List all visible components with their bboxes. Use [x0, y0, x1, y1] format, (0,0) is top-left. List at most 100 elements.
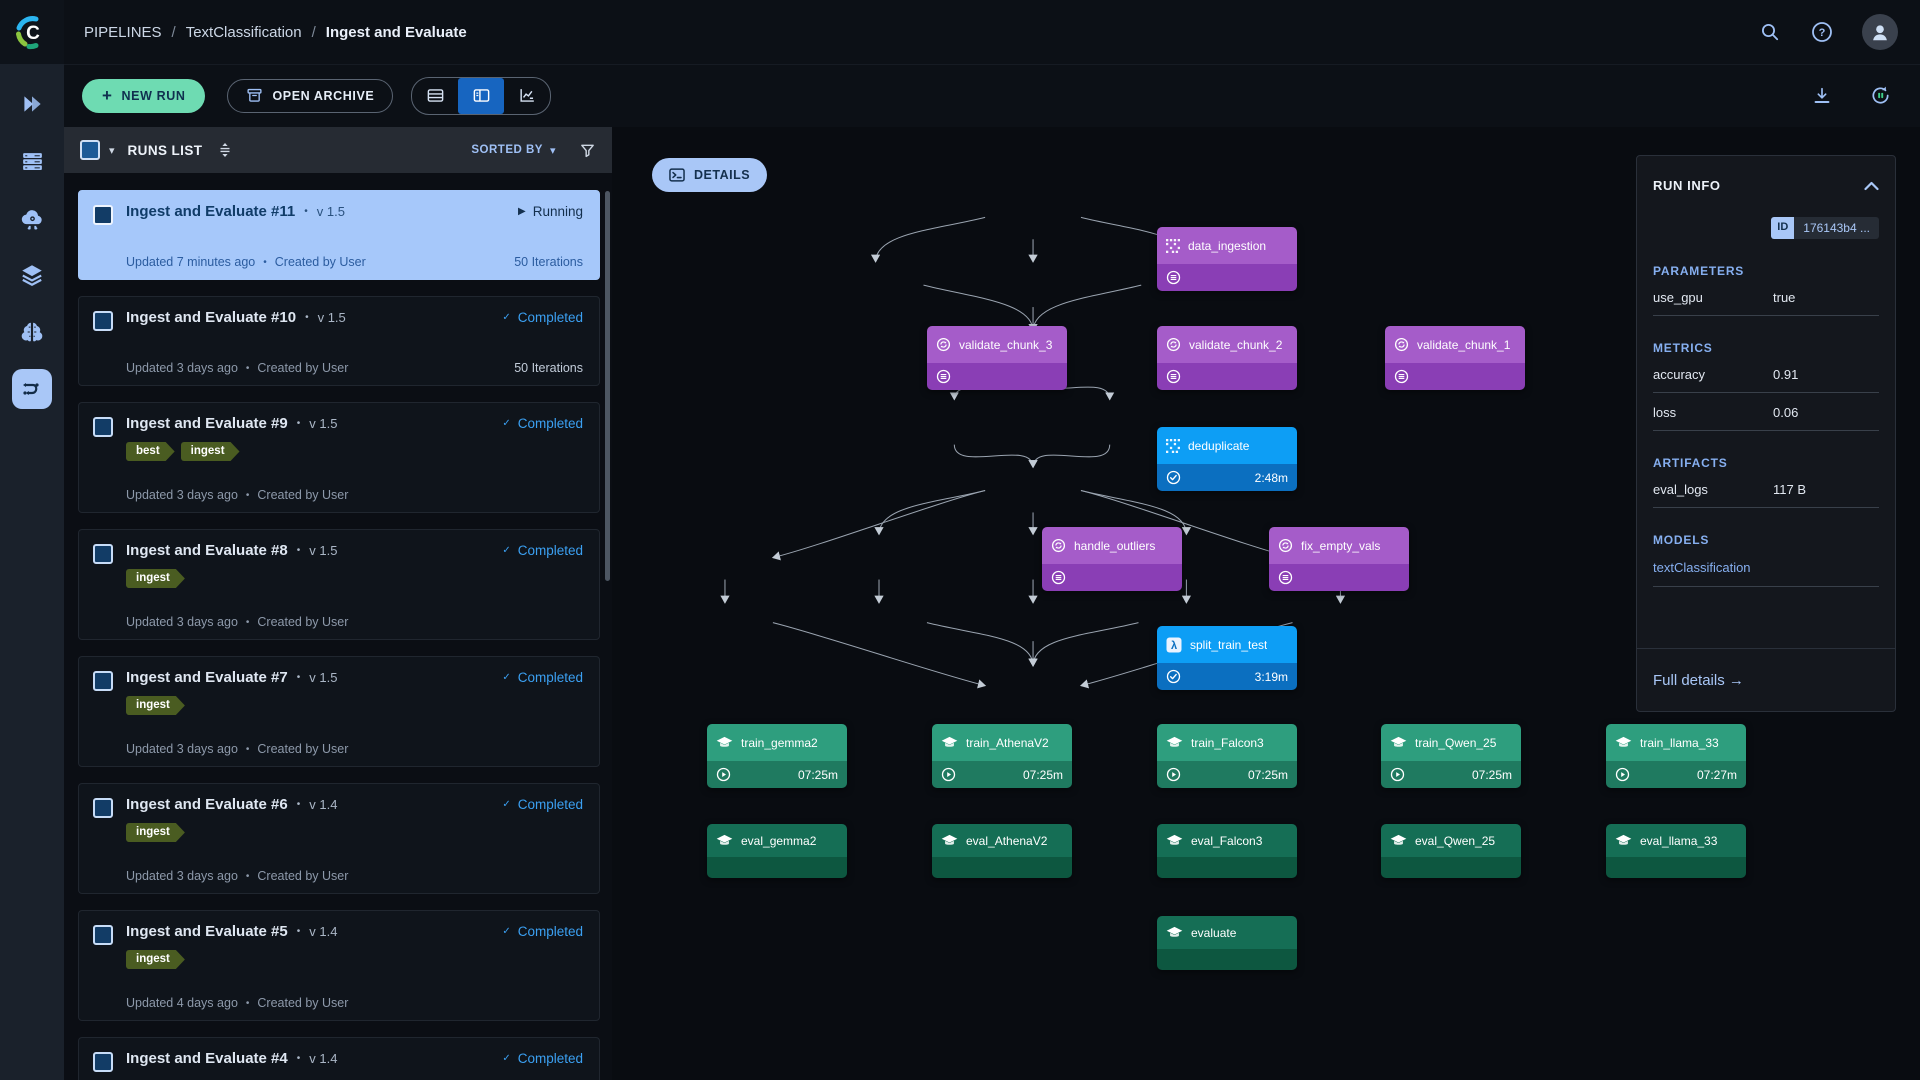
- sidebar-item-pipelines[interactable]: [12, 369, 52, 409]
- run-updated: Updated 3 days ago: [126, 869, 238, 883]
- pipeline-step-data_ingestion[interactable]: data_ingestion: [1157, 227, 1297, 291]
- pipeline-step-train_AthenaV2[interactable]: train_AthenaV2 07:25m: [932, 724, 1072, 788]
- run-title[interactable]: Ingest and Evaluate #5: [126, 923, 288, 940]
- step-label: eval_gemma2: [741, 833, 817, 848]
- help-icon[interactable]: ?: [1810, 20, 1834, 44]
- run-row[interactable]: Ingest and Evaluate #5 • v 1.4 ✓ Completed…: [78, 910, 600, 1021]
- pipeline-step-fix_empty_vals[interactable]: fix_empty_vals: [1269, 527, 1409, 591]
- tag-chip[interactable]: ingest: [126, 696, 185, 715]
- breadcrumb-pipelines[interactable]: PIPELINES: [84, 24, 162, 41]
- run-meta: Updated 7 minutes ago • Created by User …: [126, 255, 583, 269]
- search-icon[interactable]: [1758, 20, 1782, 44]
- auto-refresh-icon[interactable]: [1869, 84, 1892, 107]
- run-id-chip[interactable]: ID 176143b4 ...: [1771, 217, 1879, 239]
- sidebar-item-projects[interactable]: [12, 84, 52, 124]
- pipeline-step-eval_gemma2[interactable]: eval_gemma2: [707, 824, 847, 878]
- run-row[interactable]: Ingest and Evaluate #4 • v 1.4 ✓ Completed: [78, 1037, 600, 1080]
- tag-chip[interactable]: ingest: [126, 950, 185, 969]
- pipeline-step-eval_Falcon3[interactable]: eval_Falcon3: [1157, 824, 1297, 878]
- play-status-icon: [716, 767, 731, 782]
- info-value: 117 B: [1773, 482, 1807, 497]
- tag-chip[interactable]: ingest: [126, 569, 185, 588]
- run-title[interactable]: Ingest and Evaluate #9: [126, 415, 288, 432]
- terminal-icon: [669, 168, 685, 182]
- run-row[interactable]: Ingest and Evaluate #6 • v 1.4 ✓ Completed…: [78, 783, 600, 894]
- breadcrumb-project[interactable]: TextClassification: [186, 24, 302, 41]
- step-label: evaluate: [1191, 925, 1237, 940]
- chart-view-button[interactable]: [504, 78, 550, 114]
- pipeline-step-eval_AthenaV2[interactable]: eval_AthenaV2: [932, 824, 1072, 878]
- pipeline-step-validate_chunk_3[interactable]: validate_chunk_3: [927, 326, 1067, 390]
- pipeline-step-train_llama_33[interactable]: train_llama_33 07:27m: [1606, 724, 1746, 788]
- pipeline-step-eval_Qwen_25[interactable]: eval_Qwen_25: [1381, 824, 1521, 878]
- details-button[interactable]: DETAILS: [652, 158, 768, 192]
- run-title[interactable]: Ingest and Evaluate #8: [126, 542, 288, 559]
- step-duration: 07:25m: [1471, 767, 1512, 782]
- sidebar-item-models[interactable]: [12, 312, 52, 352]
- run-row[interactable]: Ingest and Evaluate #7 • v 1.5 ✓ Completed…: [78, 656, 600, 767]
- sidebar-item-hyper-datasets[interactable]: [12, 255, 52, 295]
- pipeline-step-eval_llama_33[interactable]: eval_llama_33: [1606, 824, 1746, 878]
- app-logo[interactable]: C: [0, 0, 64, 64]
- pipeline-step-evaluate[interactable]: evaluate: [1157, 916, 1297, 970]
- sidebar-item-data-processing[interactable]: [12, 198, 52, 238]
- pipeline-step-deduplicate[interactable]: deduplicate 2:48m: [1157, 427, 1297, 491]
- run-title[interactable]: Ingest and Evaluate #7: [126, 669, 288, 686]
- tag-chip[interactable]: ingest: [181, 442, 240, 461]
- runs-scrollbar[interactable]: [605, 191, 610, 581]
- run-checkbox[interactable]: [93, 311, 113, 331]
- table-view-button[interactable]: [412, 78, 458, 114]
- run-checkbox[interactable]: [93, 544, 113, 564]
- run-checkbox[interactable]: [93, 205, 113, 225]
- step-label: train_Qwen_25: [1415, 735, 1497, 750]
- full-details-link[interactable]: Full details →: [1653, 672, 1744, 689]
- model-link[interactable]: textClassification: [1653, 547, 1879, 587]
- view-toggle-group: [411, 76, 552, 115]
- pipeline-step-train_gemma2[interactable]: train_gemma2 07:25m: [707, 724, 847, 788]
- run-title[interactable]: Ingest and Evaluate #10: [126, 309, 296, 326]
- user-avatar[interactable]: [1862, 14, 1898, 50]
- run-row[interactable]: Ingest and Evaluate #8 • v 1.5 ✓ Completed…: [78, 529, 600, 640]
- run-checkbox[interactable]: [93, 671, 113, 691]
- pipeline-step-validate_chunk_1[interactable]: validate_chunk_1: [1385, 326, 1525, 390]
- runs-list: Ingest and Evaluate #11 • v 1.5 ▶ Running …: [64, 173, 612, 1080]
- download-icon[interactable]: [1811, 85, 1833, 107]
- edge-eval_AthenaV2-to-evaluate: [926, 622, 1038, 667]
- run-checkbox[interactable]: [93, 798, 113, 818]
- tag-chip[interactable]: best: [126, 442, 175, 461]
- run-info-sections: PARAMETERS use_gpu true METRICS accuracy 0.91…: [1653, 264, 1879, 587]
- run-row[interactable]: Ingest and Evaluate #11 • v 1.5 ▶ Running …: [78, 190, 600, 280]
- pipeline-step-handle_outliers[interactable]: handle_outliers: [1042, 527, 1182, 591]
- run-checkbox[interactable]: [93, 1052, 113, 1072]
- cached-status-icon: [1051, 570, 1066, 585]
- step-label: split_train_test: [1190, 637, 1268, 652]
- step-label: eval_Qwen_25: [1415, 833, 1496, 848]
- run-title[interactable]: Ingest and Evaluate #11: [126, 203, 295, 220]
- pipeline-step-validate_chunk_2[interactable]: validate_chunk_2: [1157, 326, 1297, 390]
- run-title[interactable]: Ingest and Evaluate #4: [126, 1050, 288, 1067]
- open-archive-button[interactable]: OPEN ARCHIVE: [227, 78, 394, 113]
- cap-icon: [941, 736, 958, 750]
- new-run-button[interactable]: + NEW RUN: [82, 78, 206, 113]
- split-view-button[interactable]: [458, 77, 505, 114]
- run-row[interactable]: Ingest and Evaluate #9 • v 1.5 ✓ Completed…: [78, 402, 600, 513]
- run-checkbox[interactable]: [93, 417, 113, 437]
- step-label: validate_chunk_2: [1189, 337, 1283, 352]
- run-title[interactable]: Ingest and Evaluate #6: [126, 796, 288, 813]
- filter-icon[interactable]: [579, 142, 596, 159]
- sorted-by-dropdown[interactable]: SORTED BY ▾: [471, 144, 556, 157]
- run-status: ✓ Completed: [502, 924, 583, 939]
- select-all-caret-icon[interactable]: ▾: [109, 144, 115, 157]
- pipeline-step-train_Falcon3[interactable]: train_Falcon3 07:25m: [1157, 724, 1297, 788]
- select-all-checkbox[interactable]: [80, 140, 100, 160]
- run-meta: Updated 3 days ago • Created by User 50 …: [126, 361, 583, 375]
- tag-chip[interactable]: ingest: [126, 823, 185, 842]
- pipeline-step-split_train_test[interactable]: λ split_train_test 3:19m: [1157, 626, 1297, 690]
- collapse-panel-chevron-up-icon[interactable]: [1864, 181, 1879, 191]
- collapse-rows-icon[interactable]: [217, 142, 233, 158]
- breadcrumb-separator: /: [311, 23, 316, 41]
- pipeline-step-train_Qwen_25[interactable]: train_Qwen_25 07:25m: [1381, 724, 1521, 788]
- run-checkbox[interactable]: [93, 925, 113, 945]
- sidebar-item-datasets[interactable]: [12, 141, 52, 181]
- run-row[interactable]: Ingest and Evaluate #10 • v 1.5 ✓ Complete…: [78, 296, 600, 386]
